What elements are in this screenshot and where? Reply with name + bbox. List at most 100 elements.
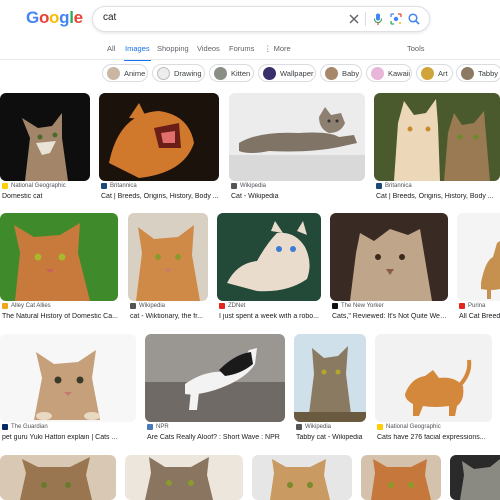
chip-thumbnail xyxy=(263,66,276,80)
tab-forums[interactable]: Forums xyxy=(229,44,254,53)
image-result[interactable]: Wikipedia Cat - Wikipedia xyxy=(229,93,365,208)
chip-baby[interactable]: Baby xyxy=(320,64,362,82)
tab-images[interactable]: Images xyxy=(125,44,150,53)
result-caption[interactable]: Domestic cat xyxy=(2,193,90,200)
source-name: National Geographic xyxy=(386,424,441,430)
tab-all[interactable]: All xyxy=(107,44,115,53)
chip-label: Art xyxy=(438,68,448,78)
source-name: Britannica xyxy=(110,183,137,189)
source-name: The Guardian xyxy=(11,424,48,430)
image-result[interactable]: National Geographic Cats have 276 facial… xyxy=(375,334,492,449)
result-image xyxy=(0,334,136,422)
source-favicon xyxy=(130,303,136,309)
image-result[interactable]: Britannica Cat | Breeds, Origins, Histor… xyxy=(99,93,219,208)
result-caption[interactable]: Cats have 276 facial expressions... xyxy=(377,434,492,441)
source-favicon xyxy=(2,183,8,189)
source-favicon xyxy=(231,183,237,189)
result-image xyxy=(229,93,365,181)
image-result[interactable]: Purina All Cat Breeds xyxy=(457,213,500,328)
more-vert-icon: ⋮ xyxy=(264,44,272,53)
result-caption[interactable]: Cat - Wikipedia xyxy=(231,193,365,200)
source-favicon xyxy=(376,183,382,189)
result-source: Wikipedia xyxy=(130,303,165,309)
source-name: The New Yorker xyxy=(341,303,384,309)
chip-tabby[interactable]: Tabby xyxy=(456,64,500,82)
search-box[interactable]: cat xyxy=(92,6,430,32)
image-result[interactable]: The New Yorker Cats," Reviewed: It's Not… xyxy=(330,213,448,328)
result-caption[interactable]: Tabby cat - Wikipedia xyxy=(296,434,366,441)
result-source: Wikipedia xyxy=(231,183,266,189)
close-icon[interactable] xyxy=(347,12,361,26)
result-caption[interactable]: Are Cats Really Aloof? : Short Wave : NP… xyxy=(147,434,285,441)
search-tabs: All Images Shopping Videos Forums ⋮ More… xyxy=(0,38,500,61)
result-caption[interactable]: pet guru Yuki Hattori explain | Cats ... xyxy=(2,434,136,441)
image-result[interactable]: National Geographic Domestic cat xyxy=(0,93,90,208)
image-result[interactable]: NPR Are Cats Really Aloof? : Short Wave … xyxy=(145,334,285,449)
chip-thumbnail xyxy=(157,66,170,80)
logo-letter: g xyxy=(59,8,70,27)
search-icon[interactable] xyxy=(407,12,421,26)
source-favicon xyxy=(377,424,383,430)
chip-kitten[interactable]: Kitten xyxy=(209,64,254,82)
chip-thumbnail xyxy=(421,66,434,80)
result-caption[interactable]: I just spent a week with a robo... xyxy=(219,313,321,320)
result-image xyxy=(99,93,219,181)
source-favicon xyxy=(219,303,225,309)
tools-button[interactable]: Tools xyxy=(407,44,425,53)
image-result[interactable]: Britannica Cat | Breeds, Origins, Histor… xyxy=(374,93,500,208)
chip-drawing[interactable]: Drawing xyxy=(152,64,205,82)
chip-anime[interactable]: Anime xyxy=(102,64,148,82)
tab-videos[interactable]: Videos xyxy=(197,44,220,53)
image-result[interactable]: Wikipedia cat - Wiktionary, the fr... xyxy=(128,213,208,328)
chip-label: Anime xyxy=(124,68,146,78)
result-image xyxy=(457,213,500,301)
source-favicon xyxy=(332,303,338,309)
chip-thumbnail xyxy=(214,66,227,80)
google-logo[interactable]: Google xyxy=(26,8,83,28)
chip-label: Tabby xyxy=(478,68,499,78)
result-caption[interactable]: The Natural History of Domestic Ca... xyxy=(2,313,118,320)
result-source: The Guardian xyxy=(2,424,48,430)
logo-letter: o xyxy=(38,8,50,27)
result-caption[interactable]: Cat | Breeds, Origins, History, Body ... xyxy=(376,193,500,200)
source-name: NPR xyxy=(156,424,169,430)
result-image xyxy=(217,213,321,301)
mic-icon[interactable] xyxy=(371,12,385,26)
result-caption[interactable]: Cat | Breeds, Origins, History, Body ... xyxy=(101,193,219,200)
image-result[interactable]: The Guardian pet guru Yuki Hattori expla… xyxy=(0,334,136,449)
image-result[interactable]: ZDNet I just spent a week with a robo... xyxy=(217,213,321,328)
tab-more[interactable]: ⋮ More xyxy=(264,44,291,53)
result-image[interactable] xyxy=(361,455,441,500)
chip-kawaii[interactable]: Kawaii xyxy=(366,64,412,82)
chip-art[interactable]: Art xyxy=(416,64,453,82)
result-image[interactable] xyxy=(450,455,500,500)
image-result[interactable]: Alley Cat Allies The Natural History of … xyxy=(0,213,118,328)
search-input[interactable]: cat xyxy=(103,12,116,23)
result-source: Purina xyxy=(459,303,485,309)
result-caption[interactable]: Cats," Reviewed: It's Not Quite Weir... xyxy=(332,313,448,320)
result-source: Alley Cat Allies xyxy=(2,303,51,309)
chip-wallpaper[interactable]: Wallpaper xyxy=(258,64,316,82)
lens-icon[interactable] xyxy=(389,12,403,26)
result-source: Britannica xyxy=(376,183,412,189)
source-name: Britannica xyxy=(385,183,412,189)
source-favicon xyxy=(2,303,8,309)
result-caption[interactable]: All Cat Breeds xyxy=(459,313,500,320)
result-caption[interactable]: cat - Wiktionary, the fr... xyxy=(130,313,208,320)
result-image xyxy=(145,334,285,422)
source-name: Purina xyxy=(468,303,486,309)
result-image[interactable] xyxy=(252,455,352,500)
source-favicon xyxy=(459,303,465,309)
result-image xyxy=(330,213,448,301)
source-name: Alley Cat Allies xyxy=(11,303,51,309)
result-image[interactable] xyxy=(125,455,243,500)
logo-letter: G xyxy=(26,8,39,27)
chip-label: Baby xyxy=(342,68,360,78)
tab-shopping[interactable]: Shopping xyxy=(157,44,189,53)
source-favicon xyxy=(101,183,107,189)
image-result[interactable]: Wikipedia Tabby cat - Wikipedia xyxy=(294,334,366,449)
result-image[interactable] xyxy=(0,455,116,500)
chip-thumbnail xyxy=(107,66,120,80)
chip-label: Kitten xyxy=(231,68,251,78)
source-favicon xyxy=(147,424,153,430)
